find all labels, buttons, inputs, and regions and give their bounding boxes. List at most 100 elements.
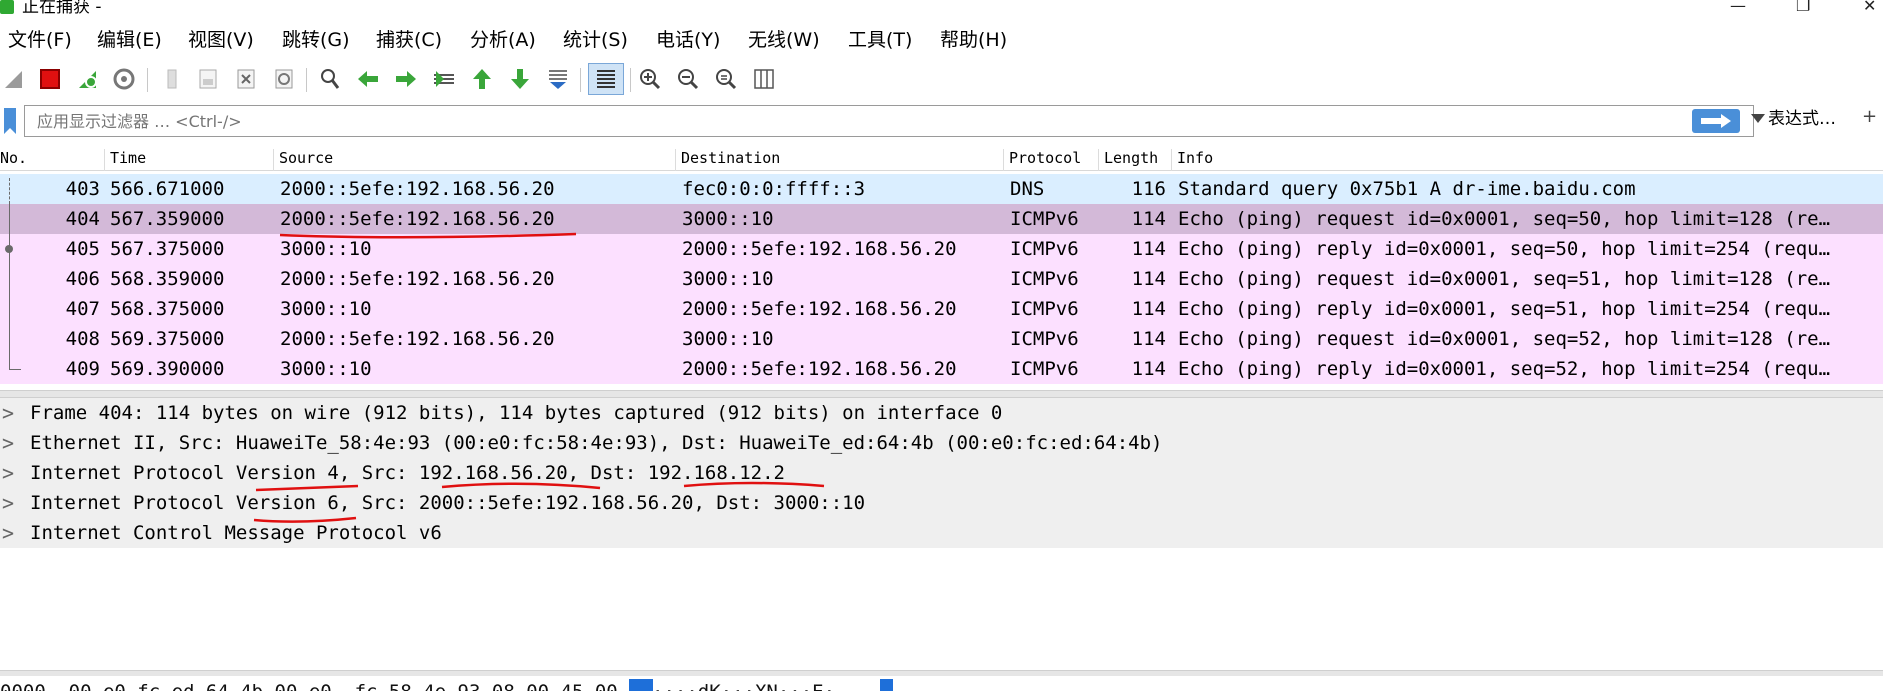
- packet-time: 569.390000: [110, 358, 225, 380]
- close-file-icon[interactable]: [232, 65, 260, 93]
- display-filter-bar: 表达式… +: [0, 104, 1883, 138]
- expression-button[interactable]: 表达式…: [1768, 107, 1836, 131]
- packet-info: Echo (ping) request id=0x0001, seq=50, h…: [1178, 208, 1831, 230]
- maximize-button[interactable]: ❐: [1796, 0, 1810, 15]
- packet-row[interactable]: 408 569.375000 2000::5efe:192.168.56.20 300…: [0, 324, 1883, 354]
- packet-protocol: ICMPv6: [1010, 328, 1079, 350]
- save-file-icon[interactable]: [194, 65, 222, 93]
- chevron-right-icon[interactable]: >: [2, 398, 16, 428]
- packet-row[interactable]: 405 567.375000 3000::10 2000::5efe:192.168.…: [0, 234, 1883, 264]
- packet-no: 405: [65, 238, 100, 260]
- related-packet-line: [9, 324, 10, 354]
- column-header-protocol[interactable]: Protocol: [1003, 149, 1099, 171]
- packet-row[interactable]: 403 566.671000 2000::5efe:192.168.56.20 fec…: [0, 174, 1883, 204]
- packet-info: Echo (ping) request id=0x0001, seq=52, h…: [1178, 328, 1831, 350]
- packet-time: 568.359000: [110, 268, 225, 290]
- packet-row[interactable]: 404 567.359000 2000::5efe:192.168.56.20 300…: [0, 204, 1883, 234]
- detail-tree-item[interactable]: > Internet Protocol Version 4, Src: 192.1…: [0, 458, 1883, 488]
- zoom-normal-icon[interactable]: [712, 65, 740, 93]
- column-header-destination[interactable]: Destination: [675, 149, 1007, 171]
- title-bar: 正在捕获 - — ❐ ✕: [0, 0, 1883, 18]
- packet-no: 407: [65, 298, 100, 320]
- display-filter-input[interactable]: [37, 110, 1637, 132]
- related-packet-dot: [5, 245, 13, 253]
- chevron-right-icon[interactable]: >: [2, 428, 16, 458]
- packet-length: 116: [1131, 178, 1166, 200]
- packet-row[interactable]: 409 569.390000 3000::10 2000::5efe:192.168.…: [0, 354, 1883, 384]
- menu-bar: 文件(F) 编辑(E) 视图(V) 跳转(G) 捕获(C) 分析(A) 统计(S…: [0, 20, 1883, 58]
- packet-source: 2000::5efe:192.168.56.20: [280, 178, 555, 200]
- go-first-icon[interactable]: [468, 65, 496, 93]
- packet-row[interactable]: 406 568.359000 2000::5efe:192.168.56.20 300…: [0, 264, 1883, 294]
- packet-source: 2000::5efe:192.168.56.20: [280, 328, 555, 350]
- column-header-info[interactable]: Info: [1171, 149, 1877, 171]
- find-packet-icon[interactable]: [316, 65, 344, 93]
- related-packet-line: [9, 294, 10, 324]
- start-capture-icon[interactable]: [0, 65, 28, 93]
- menu-view[interactable]: 视图(V): [188, 28, 254, 52]
- menu-analyze[interactable]: 分析(A): [470, 28, 536, 52]
- packet-destination: fec0:0:0:ffff::3: [682, 178, 866, 200]
- packet-rows: 403 566.671000 2000::5efe:192.168.56.20 fec…: [0, 174, 1883, 384]
- zoom-out-icon[interactable]: [674, 65, 702, 93]
- detail-tree-item[interactable]: > Frame 404: 114 bytes on wire (912 bits)…: [0, 398, 1883, 428]
- packet-destination: 3000::10: [682, 268, 774, 290]
- packet-source: 2000::5efe:192.168.56.20: [280, 268, 555, 290]
- packet-destination: 2000::5efe:192.168.56.20: [682, 358, 957, 380]
- packet-row[interactable]: 407 568.375000 3000::10 2000::5efe:192.168.…: [0, 294, 1883, 324]
- go-forward-icon[interactable]: [392, 65, 420, 93]
- filter-input-frame: [24, 105, 1765, 137]
- menu-edit[interactable]: 编辑(E): [97, 28, 162, 52]
- column-header-length[interactable]: Length: [1098, 149, 1174, 171]
- detail-tree-item[interactable]: > Internet Protocol Version 6, Src: 2000:…: [0, 488, 1883, 518]
- go-back-icon[interactable]: [354, 65, 382, 93]
- go-last-icon[interactable]: [506, 65, 534, 93]
- packet-destination: 2000::5efe:192.168.56.20: [682, 298, 957, 320]
- menu-wireless[interactable]: 无线(W): [748, 28, 820, 52]
- open-file-icon[interactable]: [158, 65, 186, 93]
- add-filter-button[interactable]: +: [1862, 105, 1877, 129]
- column-header-time[interactable]: Time: [104, 149, 274, 171]
- resize-columns-icon[interactable]: [750, 65, 778, 93]
- auto-scroll-icon[interactable]: [544, 65, 572, 93]
- menu-tools[interactable]: 工具(T): [848, 28, 912, 52]
- go-to-packet-icon[interactable]: [430, 65, 458, 93]
- menu-help[interactable]: 帮助(H): [940, 28, 1007, 52]
- related-packet-line: [9, 178, 10, 204]
- packet-info: Standard query 0x75b1 A dr-ime.baidu.com: [1178, 178, 1636, 200]
- pane-splitter[interactable]: [0, 390, 1883, 398]
- detail-tree-item[interactable]: > Ethernet II, Src: HuaweiTe_58:4e:93 (00…: [0, 428, 1883, 458]
- colorize-icon[interactable]: [588, 63, 624, 95]
- packet-time: 567.375000: [110, 238, 225, 260]
- chevron-right-icon[interactable]: >: [2, 488, 16, 518]
- related-packet-line: [9, 264, 10, 294]
- stop-capture-icon[interactable]: [36, 65, 64, 93]
- capture-options-icon[interactable]: [110, 65, 138, 93]
- column-header-source[interactable]: Source: [273, 149, 677, 171]
- menu-statistics[interactable]: 统计(S): [563, 28, 628, 52]
- chevron-down-icon[interactable]: [1751, 114, 1765, 123]
- filter-bookmark-icon[interactable]: [3, 107, 17, 135]
- chevron-right-icon[interactable]: >: [2, 458, 16, 488]
- menu-capture[interactable]: 捕获(C): [376, 28, 442, 52]
- close-button[interactable]: ✕: [1863, 0, 1876, 15]
- packet-bytes-pane: 0000 00 e0 fc ed 64 4b 00 e0 fc 58 4e 93…: [0, 675, 1883, 691]
- restart-capture-icon[interactable]: [74, 65, 102, 93]
- zoom-in-icon[interactable]: [636, 65, 664, 93]
- packet-protocol: ICMPv6: [1010, 298, 1079, 320]
- column-header-no[interactable]: No.: [0, 149, 100, 171]
- packet-length: 114: [1131, 208, 1166, 230]
- minimize-button[interactable]: —: [1730, 0, 1746, 15]
- menu-file[interactable]: 文件(F): [8, 28, 72, 52]
- packet-info: Echo (ping) reply id=0x0001, seq=51, hop…: [1178, 298, 1831, 320]
- menu-telephony[interactable]: 电话(Y): [656, 28, 720, 52]
- apply-filter-button[interactable]: [1692, 109, 1740, 133]
- hex-dump-line[interactable]: 0000 00 e0 fc ed 64 4b 00 e0 fc 58 4e 93…: [0, 681, 835, 691]
- reload-file-icon[interactable]: [270, 65, 298, 93]
- detail-tree-item[interactable]: > Internet Control Message Protocol v6: [0, 518, 1883, 548]
- menu-go[interactable]: 跳转(G): [282, 28, 350, 52]
- chevron-right-icon[interactable]: >: [2, 518, 16, 548]
- packet-no: 409: [65, 358, 100, 380]
- packet-length: 114: [1131, 268, 1166, 290]
- packet-protocol: ICMPv6: [1010, 208, 1079, 230]
